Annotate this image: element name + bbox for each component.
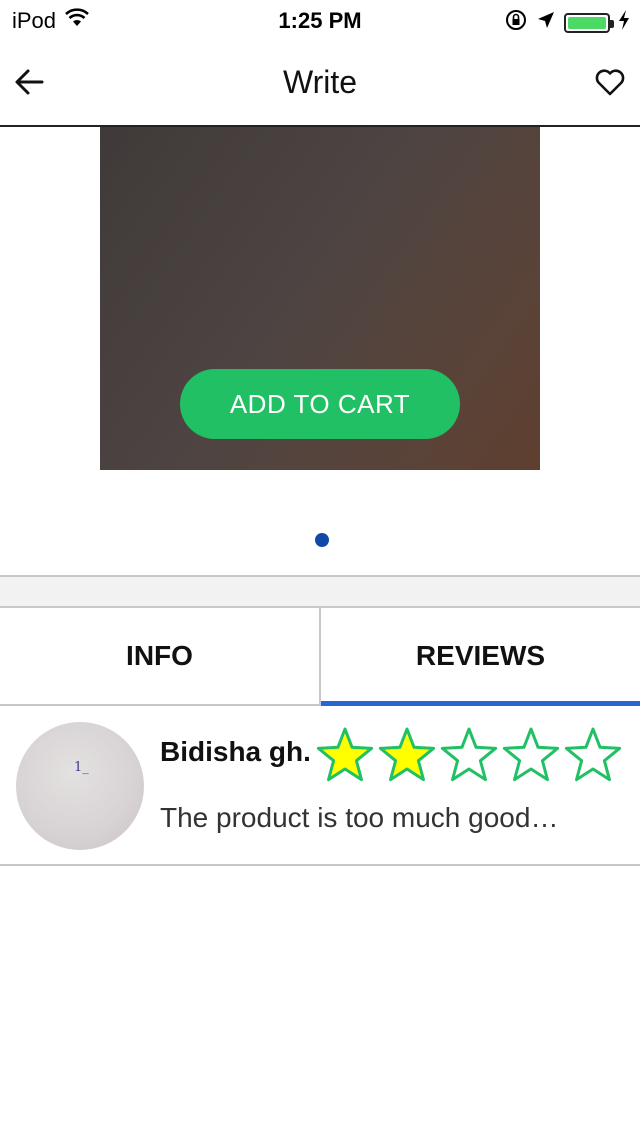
nav-bar: Write (0, 40, 640, 127)
tab-reviews[interactable]: REVIEWS (321, 608, 640, 706)
charging-icon (618, 10, 630, 36)
heart-icon[interactable] (594, 66, 626, 98)
tab-reviews-label: REVIEWS (415, 640, 546, 671)
star-rating (314, 724, 624, 786)
section-divider (0, 575, 640, 608)
avatar-mark: 1_ (74, 760, 89, 775)
tab-bar: INFO REVIEWS (0, 608, 640, 706)
battery-icon (564, 13, 614, 33)
status-right (504, 8, 630, 38)
battery-fill (568, 17, 606, 29)
reviewer-name: Bidisha gh. (160, 736, 311, 767)
rotation-lock-icon (504, 8, 528, 38)
star-filled-icon[interactable] (314, 724, 376, 786)
review-list-item[interactable]: 1_ Bidisha gh. The product is too much g… (0, 706, 640, 866)
page-indicator-dot[interactable] (315, 533, 329, 547)
tab-info[interactable]: INFO (0, 608, 321, 704)
page-title: Write (282, 64, 358, 100)
status-bar: iPod 1:25 PM (0, 0, 640, 40)
star-empty-icon[interactable] (438, 724, 500, 786)
location-icon (536, 10, 556, 36)
battery-tip (610, 20, 614, 28)
tab-info-label: INFO (126, 640, 193, 671)
avatar: 1_ (16, 722, 144, 850)
star-empty-icon[interactable] (500, 724, 562, 786)
star-empty-icon[interactable] (562, 724, 624, 786)
screen: iPod 1:25 PM Write ADD TO CART INFO REVI… (0, 0, 640, 1136)
review-text: The product is too much good… (160, 802, 559, 833)
star-filled-icon[interactable] (376, 724, 438, 786)
product-image: ADD TO CART (100, 127, 540, 470)
add-to-cart-button[interactable]: ADD TO CART (180, 369, 460, 439)
